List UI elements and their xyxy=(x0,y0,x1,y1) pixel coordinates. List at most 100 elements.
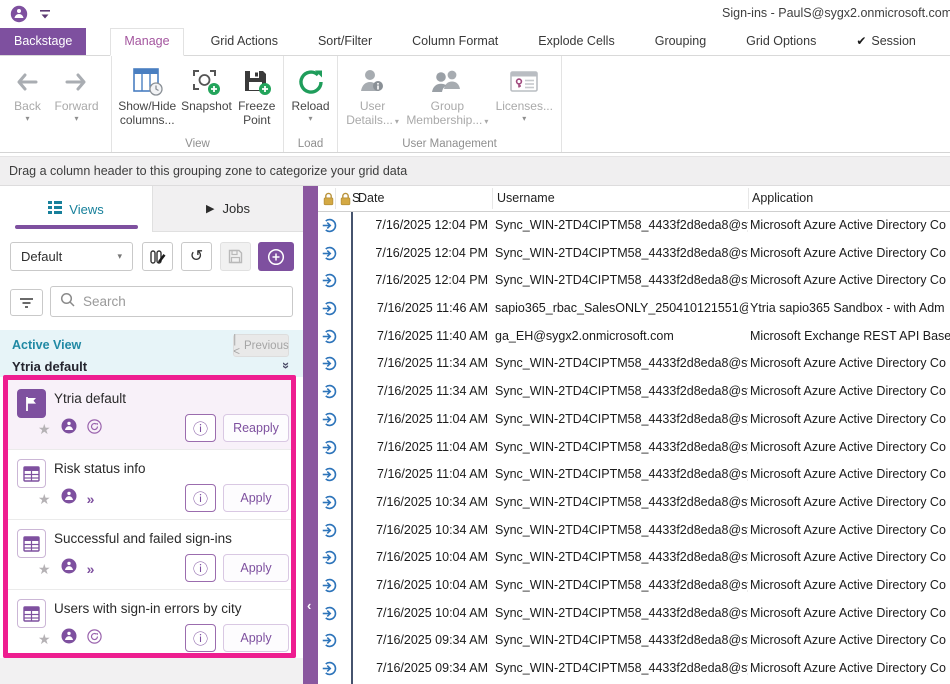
tab-column-format[interactable]: Column Format xyxy=(399,28,511,55)
cell-application: Microsoft Azure Active Directory Co xyxy=(750,440,950,454)
view-info-button[interactable]: ⓘ xyxy=(185,554,216,582)
freeze-point-button[interactable]: FreezePoint xyxy=(235,60,279,132)
sign-in-icon xyxy=(322,661,337,679)
add-view-button[interactable] xyxy=(258,242,294,271)
apply-button[interactable]: Apply xyxy=(223,554,289,582)
user-details-button[interactable]: UserDetails...▾ xyxy=(342,60,403,134)
column-header-date[interactable]: Date xyxy=(358,191,384,205)
caret-down-icon: ▾ xyxy=(395,117,399,126)
star-icon[interactable]: ★ xyxy=(38,632,51,646)
view-card-risk-status-info[interactable]: Risk status info ★ » ⓘ Apply xyxy=(8,450,291,520)
apply-button[interactable]: Apply xyxy=(223,624,289,652)
table-row[interactable]: 7/16/2025 09:34 AM Sync_WIN-2TD4CIPTM58_… xyxy=(318,655,950,683)
table-row[interactable]: 7/16/2025 11:04 AM Sync_WIN-2TD4CIPTM58_… xyxy=(318,461,950,489)
show-hide-columns-button[interactable]: Show/Hidecolumns... xyxy=(116,60,178,132)
table-row[interactable]: 7/16/2025 09:34 AM Sync_WIN-2TD4CIPTM58_… xyxy=(318,627,950,655)
active-tab-underline xyxy=(15,225,138,229)
star-icon[interactable]: ★ xyxy=(38,422,51,436)
group-membership-button[interactable]: GroupMembership...▾ xyxy=(403,60,491,134)
tab-grouping[interactable]: Grouping xyxy=(642,28,719,55)
tab-session[interactable]: ✔Session xyxy=(843,28,929,55)
cell-date: 7/16/2025 11:46 AM xyxy=(354,301,488,315)
save-view-button[interactable] xyxy=(220,242,251,271)
window-title: Sign-ins - PaulS@sygx2.onmicrosoft.com (… xyxy=(722,6,950,23)
table-row[interactable]: 7/16/2025 11:04 AM Sync_WIN-2TD4CIPTM58_… xyxy=(318,434,950,462)
view-info-button[interactable]: ⓘ xyxy=(185,484,216,512)
quick-access-menu-icon[interactable] xyxy=(38,7,52,21)
filter-views-button[interactable] xyxy=(10,289,43,316)
tab-manage[interactable]: Manage xyxy=(110,28,183,56)
table-row[interactable]: 7/16/2025 10:34 AM Sync_WIN-2TD4CIPTM58_… xyxy=(318,489,950,517)
table-row[interactable]: 7/16/2025 10:04 AM Sync_WIN-2TD4CIPTM58_… xyxy=(318,600,950,628)
tab-grid-options[interactable]: Grid Options xyxy=(733,28,829,55)
cell-username: Sync_WIN-2TD4CIPTM58_4433f2d8eda8@syg xyxy=(495,440,748,454)
column-separator xyxy=(492,188,493,209)
collapse-section-icon[interactable]: » xyxy=(279,362,294,369)
snapshot-button[interactable]: Snapshot xyxy=(178,60,234,118)
table-row[interactable]: 7/16/2025 12:04 PM Sync_WIN-2TD4CIPTM58_… xyxy=(318,267,950,295)
view-card-successful-failed-signins[interactable]: Successful and failed sign-ins ★ » ⓘ App… xyxy=(8,520,291,590)
table-row[interactable]: 7/16/2025 11:46 AM sapio365_rbac_SalesON… xyxy=(318,295,950,323)
cell-date: 7/16/2025 12:04 PM xyxy=(354,218,488,232)
ribbon-group-view: Show/Hidecolumns... Snapshot FreezePoint… xyxy=(112,56,284,152)
table-row[interactable]: 7/16/2025 10:34 AM Sync_WIN-2TD4CIPTM58_… xyxy=(318,517,950,545)
table-row[interactable]: 7/16/2025 10:04 AM Sync_WIN-2TD4CIPTM58_… xyxy=(318,572,950,600)
view-card-signin-errors-by-city[interactable]: Users with sign-in errors by city ★ ⓘ Ap… xyxy=(8,590,291,660)
view-info-button[interactable]: ⓘ xyxy=(185,414,216,442)
reapply-button[interactable]: Reapply xyxy=(223,414,289,442)
view-name: Ytria default xyxy=(54,391,126,406)
table-row[interactable]: 7/16/2025 11:34 AM Sync_WIN-2TD4CIPTM58_… xyxy=(318,350,950,378)
caret-down-icon: ▾ xyxy=(484,117,488,126)
view-info-button[interactable]: ⓘ xyxy=(185,624,216,652)
tab-backstage[interactable]: Backstage xyxy=(0,28,86,55)
tab-sort-filter[interactable]: Sort/Filter xyxy=(305,28,385,55)
panel-collapse-strip[interactable]: ‹ xyxy=(303,186,318,684)
sign-in-icon xyxy=(322,550,337,568)
licenses-button[interactable]: Licenses... ▾ xyxy=(492,60,557,128)
ribbon-group-user-management: UserDetails...▾ GroupMembership...▾ Lice… xyxy=(338,56,562,152)
column-header-username[interactable]: Username xyxy=(497,191,555,205)
grid-header-row[interactable]: S Date Username Application xyxy=(318,186,950,212)
previous-view-button[interactable]: |< Previous xyxy=(233,334,289,357)
cell-username: Sync_WIN-2TD4CIPTM58_4433f2d8eda8@syg xyxy=(495,633,748,647)
tab-grid-actions[interactable]: Grid Actions xyxy=(198,28,291,55)
search-box[interactable] xyxy=(50,286,293,317)
tab-explode-cells[interactable]: Explode Cells xyxy=(525,28,627,55)
cell-date: 7/16/2025 11:04 AM xyxy=(354,412,488,426)
table-row[interactable]: 7/16/2025 12:04 PM Sync_WIN-2TD4CIPTM58_… xyxy=(318,212,950,240)
tab-jobs[interactable]: ▶ Jobs xyxy=(152,186,303,232)
column-separator xyxy=(748,188,749,209)
snapshot-icon xyxy=(190,65,222,99)
tab-jobs-label: Jobs xyxy=(223,201,250,216)
cell-date: 7/16/2025 11:40 AM xyxy=(354,329,488,343)
view-card-ytria-default[interactable]: Ytria default ★ ⓘ Reapply xyxy=(8,380,291,450)
table-view-icon xyxy=(17,529,46,558)
cell-application: Microsoft Azure Active Directory Co xyxy=(750,273,950,287)
forward-button[interactable]: Forward ▾ xyxy=(48,60,104,128)
undo-icon: ↺ xyxy=(190,249,203,265)
cell-application: Microsoft Azure Active Directory Co xyxy=(750,495,950,509)
table-row[interactable]: 7/16/2025 10:04 AM Sync_WIN-2TD4CIPTM58_… xyxy=(318,544,950,572)
views-grid-icon xyxy=(48,201,62,217)
table-row[interactable]: 7/16/2025 11:40 AM ga_EH@sygx2.onmicroso… xyxy=(318,323,950,351)
table-row[interactable]: 7/16/2025 11:04 AM Sync_WIN-2TD4CIPTM58_… xyxy=(318,406,950,434)
undo-button[interactable]: ↺ xyxy=(181,242,212,271)
star-icon[interactable]: ★ xyxy=(38,492,51,506)
tab-windows[interactable]: Windows xyxy=(943,28,950,55)
column-header-application[interactable]: Application xyxy=(752,191,813,205)
apply-button[interactable]: Apply xyxy=(223,484,289,512)
table-row[interactable]: 7/16/2025 11:34 AM Sync_WIN-2TD4CIPTM58_… xyxy=(318,378,950,406)
edit-views-button[interactable] xyxy=(142,242,173,271)
search-input[interactable] xyxy=(83,294,283,309)
cell-username: Sync_WIN-2TD4CIPTM58_4433f2d8eda8@syg xyxy=(495,246,748,260)
reload-button[interactable]: Reload ▾ xyxy=(288,60,333,128)
check-icon: ✔ xyxy=(856,34,866,48)
table-row[interactable]: 7/16/2025 12:04 PM Sync_WIN-2TD4CIPTM58_… xyxy=(318,240,950,268)
ribbon-group-label-view: View xyxy=(112,138,283,151)
grouping-zone[interactable]: Drag a column header to this grouping zo… xyxy=(0,156,950,186)
back-button[interactable]: Back ▾ xyxy=(6,60,48,128)
cell-date: 7/16/2025 11:04 AM xyxy=(354,440,488,454)
star-icon[interactable]: ★ xyxy=(38,562,51,576)
cell-application: Microsoft Azure Active Directory Co xyxy=(750,633,950,647)
view-group-select[interactable]: Default ▾ xyxy=(10,242,133,271)
